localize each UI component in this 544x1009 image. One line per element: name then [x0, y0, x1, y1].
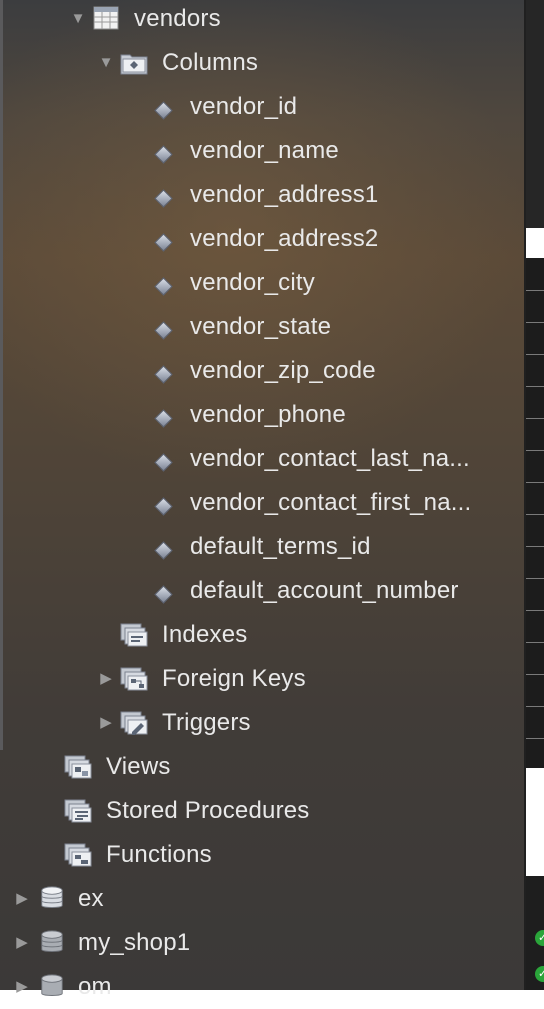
triggers-label: Triggers: [162, 709, 251, 736]
results-pane-edge: ✓ ✓: [526, 0, 544, 990]
database-icon: [41, 886, 63, 908]
column-icon: [154, 497, 173, 516]
grid-line: [526, 386, 544, 387]
column-icon: [154, 321, 173, 340]
tree-row-functions[interactable]: Functions: [0, 833, 524, 877]
schema-name: ex: [78, 885, 104, 912]
grid-line: [526, 418, 544, 419]
schema-name: om: [78, 973, 112, 1000]
column-row[interactable]: default_terms_id: [0, 525, 524, 569]
views-folder-icon: [64, 755, 92, 779]
grid-line: [526, 738, 544, 739]
table-name: vendors: [134, 5, 221, 32]
column-row[interactable]: vendor_address1: [0, 173, 524, 217]
table-icon: [93, 6, 119, 30]
grid-line: [526, 674, 544, 675]
disclosure-collapsed-icon[interactable]: ▶: [14, 935, 30, 951]
grid-line: [526, 514, 544, 515]
stored-procedures-folder-icon: [64, 799, 92, 823]
triggers-folder-icon: [120, 711, 148, 735]
column-name: vendor_contact_last_na...: [190, 445, 470, 472]
columns-folder-icon: [120, 54, 148, 75]
column-icon: [154, 453, 173, 472]
column-name: default_terms_id: [190, 533, 371, 560]
column-name: vendor_city: [190, 269, 315, 296]
database-icon: [41, 930, 63, 952]
disclosure-collapsed-icon[interactable]: ▶: [14, 891, 30, 907]
column-icon: [154, 233, 173, 252]
grid-line: [526, 354, 544, 355]
grid-line: [526, 706, 544, 707]
column-name: default_account_number: [190, 577, 459, 604]
column-name: vendor_zip_code: [190, 357, 376, 384]
schema-tree-panel: ▼ vendors ▼ Columns vendor_id vendor_nam…: [0, 0, 526, 1000]
database-icon: [41, 974, 63, 996]
column-icon: [154, 409, 173, 428]
functions-label: Functions: [106, 841, 212, 868]
column-name: vendor_contact_first_na...: [190, 489, 472, 516]
foreign-keys-label: Foreign Keys: [162, 665, 306, 692]
tree-row-views[interactable]: Views: [0, 745, 524, 789]
success-check-icon: ✓: [535, 966, 544, 982]
column-name: vendor_phone: [190, 401, 346, 428]
results-grid-edge: [526, 258, 544, 768]
column-name: vendor_address1: [190, 181, 379, 208]
column-name: vendor_name: [190, 137, 339, 164]
tree-row-foreign-keys[interactable]: ▶ Foreign Keys: [0, 657, 524, 701]
tree-row-stored-procedures[interactable]: Stored Procedures: [0, 789, 524, 833]
success-check-icon: ✓: [535, 930, 544, 946]
grid-line: [526, 482, 544, 483]
column-row[interactable]: vendor_contact_last_na...: [0, 437, 524, 481]
column-icon: [154, 145, 173, 164]
views-label: Views: [106, 753, 171, 780]
tree-row-columns[interactable]: ▼ Columns: [0, 41, 524, 85]
column-name: vendor_id: [190, 93, 298, 120]
column-row[interactable]: default_account_number: [0, 569, 524, 613]
stored-procedures-label: Stored Procedures: [106, 797, 310, 824]
column-icon: [154, 101, 173, 120]
indexes-folder-icon: [120, 623, 148, 647]
functions-folder-icon: [64, 843, 92, 867]
column-row[interactable]: vendor_zip_code: [0, 349, 524, 393]
tree-row-triggers[interactable]: ▶ Triggers: [0, 701, 524, 745]
grid-line: [526, 642, 544, 643]
column-row[interactable]: vendor_id: [0, 85, 524, 129]
column-icon: [154, 365, 173, 384]
editor-edge: [526, 0, 544, 228]
column-icon: [154, 585, 173, 604]
disclosure-collapsed-icon[interactable]: ▶: [98, 715, 114, 731]
column-icon: [154, 189, 173, 208]
output-header-edge: [526, 768, 544, 876]
grid-line: [526, 450, 544, 451]
column-icon: [154, 541, 173, 560]
disclosure-collapsed-icon[interactable]: ▶: [14, 979, 30, 995]
disclosure-collapsed-icon[interactable]: ▶: [98, 671, 114, 687]
grid-line: [526, 546, 544, 547]
disclosure-expanded-icon[interactable]: ▼: [70, 11, 86, 27]
column-icon: [154, 277, 173, 296]
column-name: vendor_state: [190, 313, 332, 340]
tree-row-schema-my-shop1[interactable]: ▶ my_shop1: [0, 921, 524, 965]
results-header-edge: [526, 228, 544, 258]
grid-line: [526, 610, 544, 611]
tree-row-indexes[interactable]: Indexes: [0, 613, 524, 657]
column-row[interactable]: vendor_address2: [0, 217, 524, 261]
column-row[interactable]: vendor_contact_first_na...: [0, 481, 524, 525]
column-row[interactable]: vendor_state: [0, 305, 524, 349]
indexes-label: Indexes: [162, 621, 248, 648]
column-row[interactable]: vendor_name: [0, 129, 524, 173]
column-row[interactable]: vendor_phone: [0, 393, 524, 437]
schema-name: my_shop1: [78, 929, 191, 956]
grid-line: [526, 290, 544, 291]
foreign-keys-folder-icon: [120, 667, 148, 691]
column-row[interactable]: vendor_city: [0, 261, 524, 305]
disclosure-expanded-icon[interactable]: ▼: [98, 55, 114, 71]
tree-row-schema-om[interactable]: ▶ om: [0, 965, 524, 1009]
columns-folder-label: Columns: [162, 49, 259, 76]
column-name: vendor_address2: [190, 225, 379, 252]
tree-row-schema-ex[interactable]: ▶ ex: [0, 877, 524, 921]
grid-line: [526, 578, 544, 579]
tree-row-vendors[interactable]: ▼ vendors: [0, 0, 524, 41]
grid-line: [526, 322, 544, 323]
